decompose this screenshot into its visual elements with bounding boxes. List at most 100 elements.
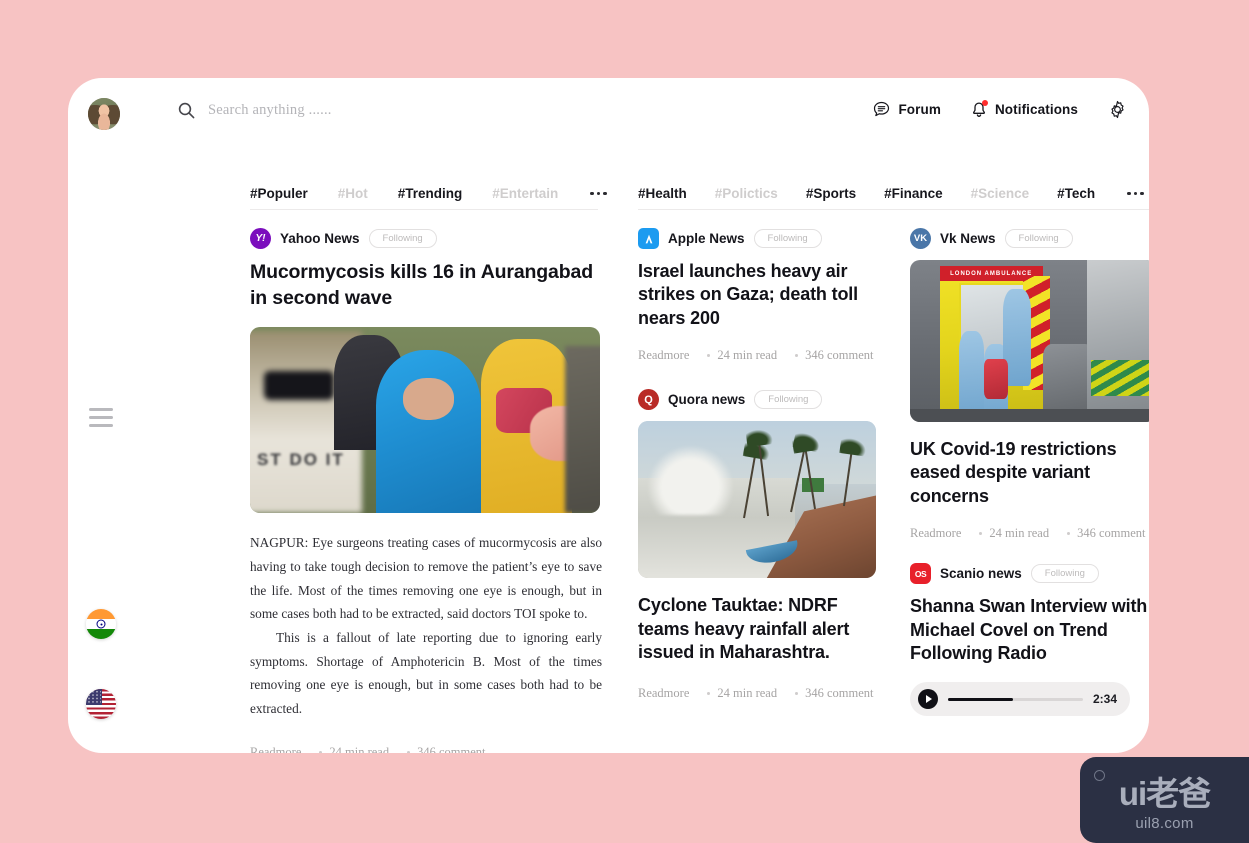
play-icon[interactable]	[918, 689, 938, 710]
notifications-button[interactable]: Notifications	[971, 100, 1078, 118]
article-meta: Readmore 24 min read 346 comment	[250, 745, 602, 753]
column-health: Apple News Following Israel launches hea…	[638, 228, 878, 701]
dot	[1133, 191, 1138, 196]
column-news-feed: VK Vk News Following LONDON AMBULANCE UK…	[910, 228, 1149, 717]
meta-separator	[795, 354, 799, 358]
tab-populer[interactable]: #Populer	[250, 186, 308, 201]
article-headline[interactable]: Cyclone Tauktae: NDRF teams heavy rainfa…	[638, 594, 878, 664]
avatar[interactable]	[88, 98, 120, 130]
bell-wrapper	[971, 100, 988, 118]
article-meta: Readmore 24 min read 346 comment	[638, 348, 878, 363]
tabs-right-more-button[interactable]	[1127, 191, 1144, 196]
flag-band-green	[86, 628, 116, 639]
quora-logo-icon: Q	[638, 389, 659, 411]
india-flag-icon[interactable]	[86, 609, 116, 639]
forum-label: Forum	[898, 102, 941, 117]
following-button[interactable]: Following	[753, 229, 822, 248]
comment-count: 346 comment	[805, 348, 874, 363]
source-header-quora: Q Quora news Following	[638, 389, 878, 411]
notifications-label: Notifications	[994, 102, 1078, 117]
avatar-image	[88, 98, 120, 130]
readmore-link[interactable]: Readmore	[250, 745, 301, 753]
notification-badge	[981, 100, 988, 106]
source-name: Yahoo News	[280, 231, 360, 246]
hamburger-menu-icon[interactable]	[89, 408, 113, 427]
tab-science[interactable]: #Science	[971, 186, 1030, 201]
dot	[596, 191, 601, 196]
meta-separator	[1067, 532, 1071, 536]
following-button[interactable]: Following	[1030, 564, 1099, 584]
source-header-apple: Apple News Following	[638, 228, 878, 249]
following-button[interactable]: Following	[754, 390, 823, 410]
audio-player[interactable]: 2:34	[910, 682, 1130, 717]
article-headline[interactable]: Shanna Swan Interview with Michael Covel…	[910, 595, 1149, 665]
tab-trending[interactable]: #Trending	[398, 186, 463, 201]
source-header-vk: VK Vk News Following	[910, 228, 1149, 249]
dot	[590, 191, 594, 196]
tabstrip-right: #Health #Polictics #Sports #Finance #Sci…	[638, 178, 1149, 210]
meta-separator	[407, 750, 411, 753]
tab-sports[interactable]: #Sports	[806, 186, 856, 201]
comment-count: 346 comment	[417, 744, 486, 753]
topbar-actions: Forum Notifications	[873, 100, 1127, 119]
wave-spray	[647, 446, 734, 516]
meta-separator	[795, 692, 799, 696]
source-header-scanio: OS Scanio news Following	[910, 563, 1149, 585]
road	[910, 409, 1149, 422]
left-sidebar	[68, 78, 134, 753]
person-background-right	[565, 346, 600, 514]
meta-separator	[979, 532, 983, 536]
tabs-left-more-button[interactable]	[590, 191, 607, 196]
article-headline[interactable]: Mucormycosis kills 16 in Aurangabad in s…	[250, 260, 602, 311]
settings-button[interactable]	[1108, 100, 1127, 119]
usa-flag-icon[interactable]	[86, 689, 116, 719]
read-time: 24 min read	[717, 686, 778, 701]
source-name: Vk News	[940, 231, 996, 246]
red-backpack	[983, 358, 1009, 400]
top-bar: Search anything ...... Forum Notificatio…	[68, 78, 1149, 150]
article-paragraph-2: This is a fallout of late reporting due …	[250, 630, 602, 717]
source-name: Scanio news	[940, 566, 1022, 582]
mucormycosis-crowd-photo[interactable]: ST DO IT	[250, 327, 600, 514]
watermark-url: uil8.com	[1135, 815, 1194, 832]
tab-polictics[interactable]: #Polictics	[715, 186, 778, 201]
flag-canton	[86, 689, 102, 705]
audio-progress-bar[interactable]	[948, 698, 1083, 701]
gear-icon	[1111, 100, 1124, 119]
search-input[interactable]: Search anything ......	[178, 102, 332, 119]
flag-band-saffron	[86, 609, 116, 619]
white-van	[1087, 260, 1149, 422]
dot	[603, 191, 607, 196]
readmore-link[interactable]: Readmore	[638, 686, 689, 701]
tab-tech[interactable]: #Tech	[1057, 186, 1095, 201]
vk-logo-icon: VK	[910, 228, 931, 249]
readmore-link[interactable]: Readmore	[638, 348, 689, 363]
ashoka-chakra-icon	[96, 619, 106, 629]
article-headline[interactable]: Israel launches heavy air strikes on Gaz…	[638, 260, 878, 330]
article-headline[interactable]: UK Covid-19 restrictions eased despite v…	[910, 438, 1149, 508]
tab-hot[interactable]: #Hot	[338, 186, 368, 201]
forum-button[interactable]: Forum	[873, 101, 941, 118]
watermark-logo: ui老爸	[1118, 775, 1211, 812]
source-name: Quora news	[668, 392, 746, 408]
search-icon	[178, 102, 195, 119]
uk-ambulance-photo[interactable]: LONDON AMBULANCE	[910, 260, 1149, 422]
forum-chat-icon	[874, 101, 890, 117]
comment-count: 346 comment	[1077, 526, 1146, 541]
readmore-link[interactable]: Readmore	[910, 526, 961, 541]
person-blue-veil	[376, 349, 481, 514]
following-button[interactable]: Following	[368, 229, 437, 248]
tab-finance[interactable]: #Finance	[884, 186, 943, 201]
read-time: 24 min read	[329, 744, 390, 753]
article-body: NAGPUR: Eye surgeons treating cases of m…	[250, 531, 602, 720]
cyclone-coast-photo[interactable]	[638, 421, 876, 579]
dot	[1127, 191, 1131, 196]
comment-count: 346 comment	[805, 686, 874, 701]
photo-scene: ST DO IT	[250, 327, 600, 514]
tab-health[interactable]: #Health	[638, 186, 687, 201]
medic-ppe	[959, 331, 984, 419]
photo-scene: LONDON AMBULANCE	[910, 260, 1149, 422]
hamburger-line	[89, 416, 113, 419]
following-button[interactable]: Following	[1004, 229, 1073, 248]
tab-entertain[interactable]: #Entertain	[492, 186, 558, 201]
